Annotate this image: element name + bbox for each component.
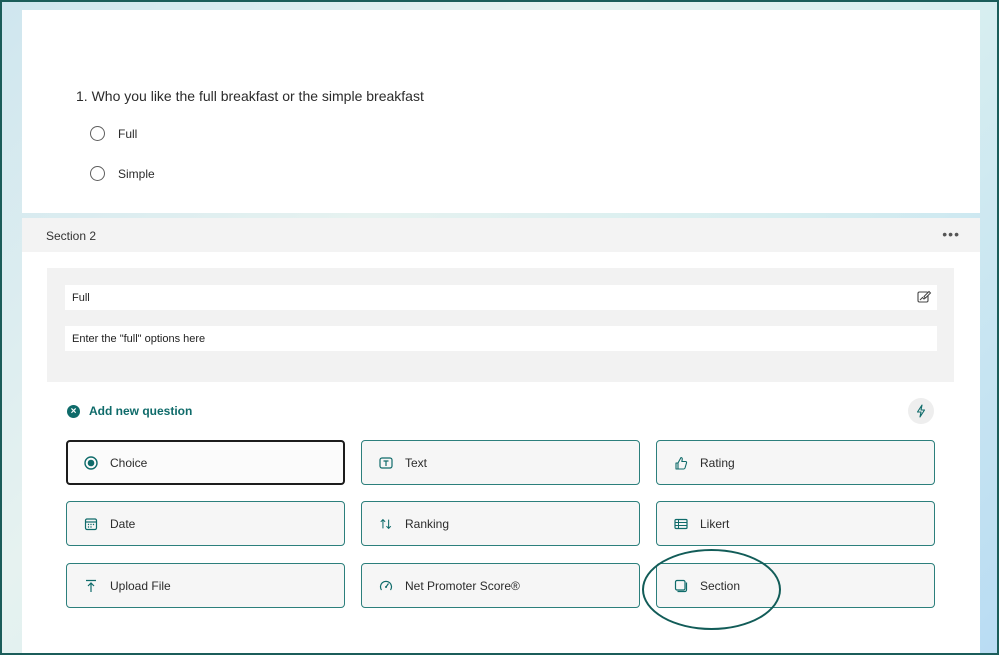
lightning-button[interactable] bbox=[908, 398, 934, 424]
question-type-upload-file[interactable]: Upload File bbox=[66, 563, 345, 608]
option-simple[interactable]: Simple bbox=[90, 166, 155, 181]
ellipsis-icon[interactable]: ••• bbox=[942, 226, 960, 242]
section-title-value: Full bbox=[72, 291, 90, 304]
question-type-label: Date bbox=[110, 516, 136, 531]
add-new-question-button[interactable]: × Add new question bbox=[67, 404, 192, 418]
question-type-label: Ranking bbox=[405, 516, 450, 531]
option-label: Full bbox=[118, 126, 138, 141]
edit-image-icon[interactable] bbox=[916, 289, 932, 305]
section-description-value: Enter the "full" options here bbox=[72, 332, 206, 345]
radio-button-icon[interactable] bbox=[90, 166, 105, 181]
question-type-label: Net Promoter Score® bbox=[405, 578, 520, 593]
table-icon bbox=[674, 517, 688, 531]
calendar-icon bbox=[84, 517, 98, 531]
question-type-rating[interactable]: Rating bbox=[656, 440, 935, 485]
question-type-likert[interactable]: Likert bbox=[656, 501, 935, 546]
question-type-label: Text bbox=[405, 455, 428, 470]
add-question-label: Add new question bbox=[89, 404, 193, 418]
section-header: Section 2 ••• bbox=[22, 218, 980, 252]
question-title: 1. Who you like the full breakfast or th… bbox=[76, 88, 424, 104]
question-type-choice[interactable]: Choice bbox=[66, 440, 345, 485]
upload-icon bbox=[84, 579, 98, 593]
question-type-net-promoter-score[interactable]: Net Promoter Score® bbox=[361, 563, 640, 608]
section-title: Section 2 bbox=[46, 229, 97, 243]
question-type-label: Likert bbox=[700, 516, 730, 531]
question-type-ranking[interactable]: Ranking bbox=[361, 501, 640, 546]
question-type-label: Rating bbox=[700, 455, 735, 470]
thumbs-up-icon bbox=[674, 456, 688, 470]
section-description-field[interactable]: Enter the "full" options here bbox=[65, 326, 937, 351]
question-type-section[interactable]: Section bbox=[656, 563, 935, 608]
question-type-date[interactable]: Date bbox=[66, 501, 345, 546]
question-type-label: Choice bbox=[110, 455, 148, 470]
radio-button-icon[interactable] bbox=[90, 126, 105, 141]
option-label: Simple bbox=[118, 166, 155, 181]
question-type-label: Upload File bbox=[110, 578, 171, 593]
radio-selected-icon bbox=[84, 455, 98, 470]
section-body: Full Enter the "full" options here bbox=[47, 268, 954, 382]
text-box-icon bbox=[379, 456, 393, 470]
lightning-icon bbox=[916, 404, 926, 418]
section-icon bbox=[674, 579, 688, 593]
section-title-field[interactable]: Full bbox=[65, 285, 937, 310]
add-circle-icon: × bbox=[67, 404, 80, 418]
question-type-text[interactable]: Text bbox=[361, 440, 640, 485]
question-type-label: Section bbox=[700, 578, 741, 593]
sort-arrows-icon bbox=[379, 517, 393, 531]
gauge-icon bbox=[379, 579, 393, 593]
option-full[interactable]: Full bbox=[90, 126, 137, 141]
question-card bbox=[22, 10, 980, 213]
